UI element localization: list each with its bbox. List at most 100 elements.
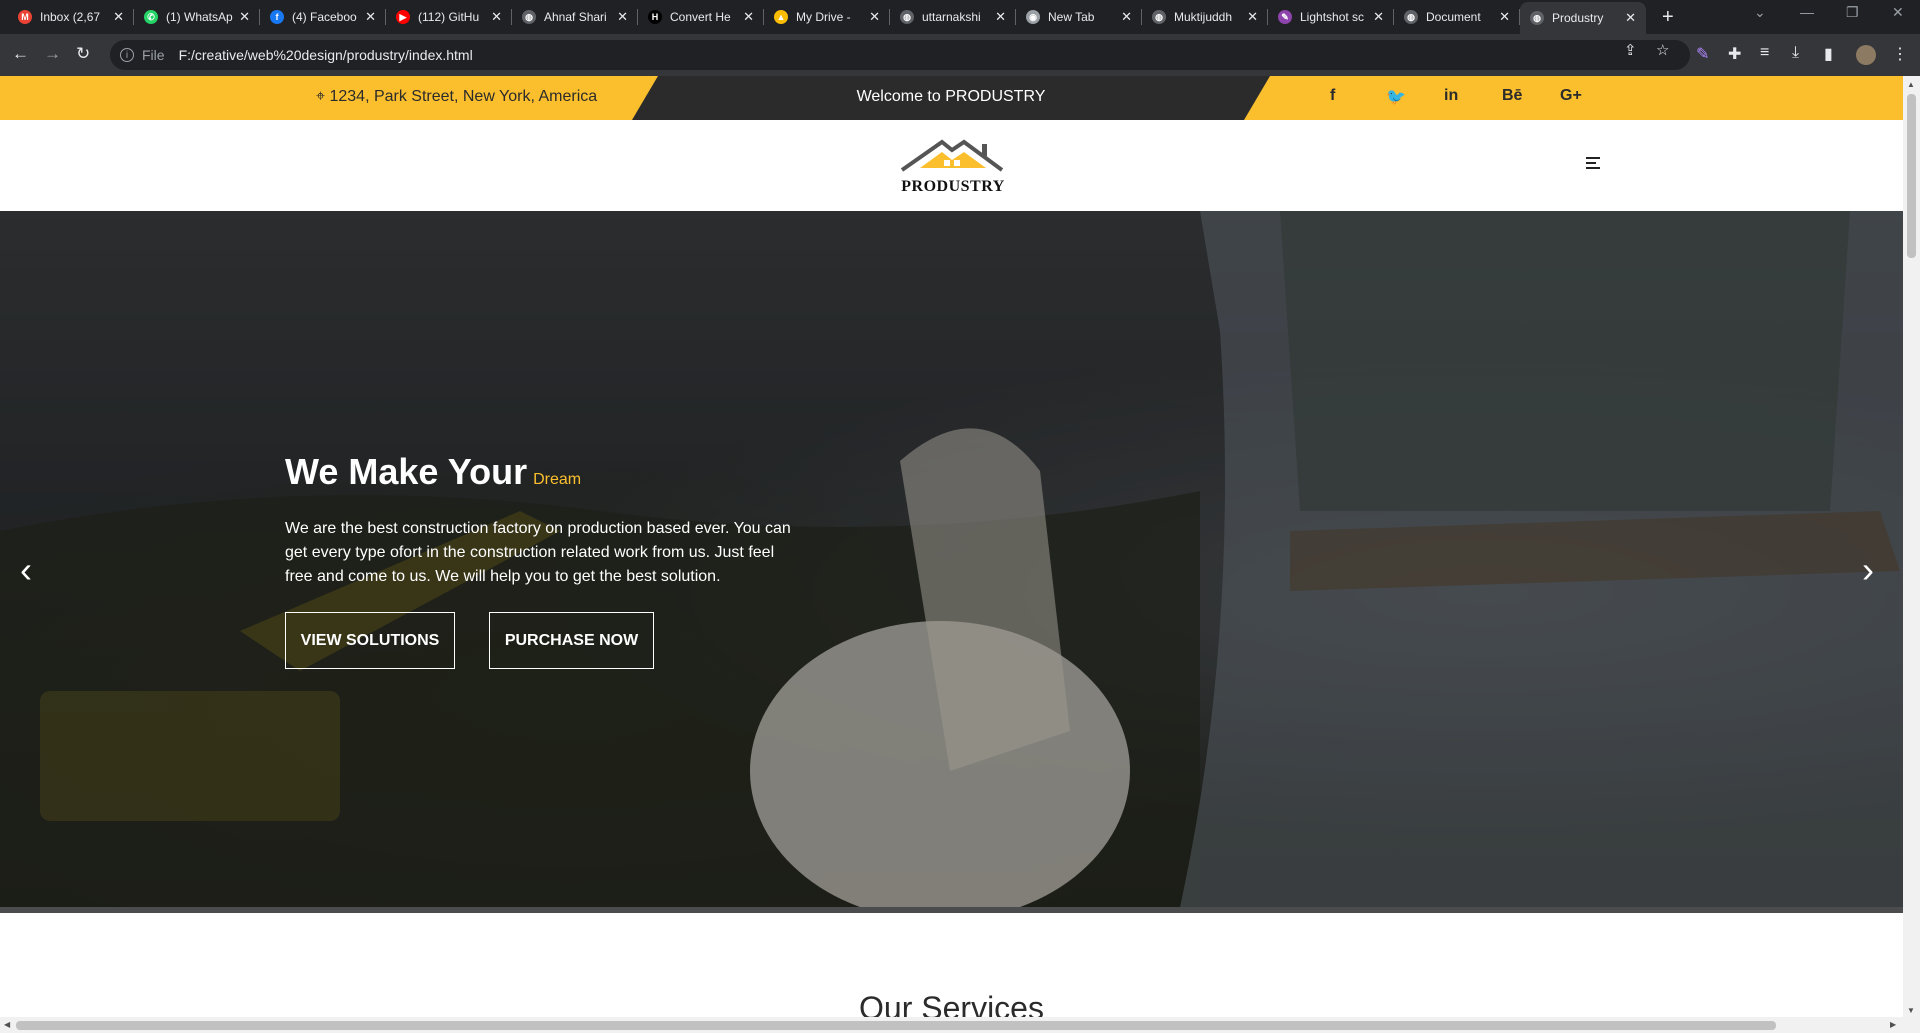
browser-tab[interactable]: ◉ New Tab ✕	[1016, 4, 1142, 30]
new-tab-button[interactable]: +	[1662, 6, 1674, 29]
browser-tab[interactable]: ✆ (1) WhatsAp ✕	[134, 4, 260, 30]
download-icon[interactable]: ⤓	[1792, 44, 1799, 62]
linkedin-icon[interactable]: in	[1444, 87, 1458, 105]
horizontal-scrollbar[interactable]: ◀ ▶	[0, 1017, 1920, 1033]
bookmark-star-icon[interactable]: ☆	[1656, 41, 1669, 59]
location-icon: ⌖	[316, 88, 326, 105]
browser-tab[interactable]: ◍ uttarnakshi ✕	[890, 4, 1016, 30]
forward-icon[interactable]: →	[44, 44, 61, 64]
hero-bottom-border	[0, 907, 1903, 913]
browser-tab-title: uttarnakshi	[922, 10, 981, 24]
globe-icon: ◍	[522, 10, 536, 24]
close-tab-icon[interactable]: ✕	[869, 9, 880, 25]
url-text[interactable]: F:/creative/web%20design/produstry/index…	[179, 47, 473, 63]
facebook-icon: f	[270, 10, 284, 24]
browser-tab-title: Lightshot sc	[1300, 10, 1365, 24]
browser-tab-title: Produstry	[1552, 11, 1604, 25]
produstry-page: ⌖ 1234, Park Street, New York, America W…	[0, 76, 1903, 1017]
browser-tab[interactable]: M Inbox (2,67 ✕	[8, 4, 134, 30]
address-bar[interactable]: i File F:/creative/web%20design/produstr…	[110, 40, 1690, 70]
browser-tab[interactable]: H Convert He ✕	[638, 4, 764, 30]
browser-tab-title: My Drive -	[796, 10, 851, 24]
hero-heading-text: We Make Your	[285, 451, 528, 492]
close-tab-icon[interactable]: ✕	[239, 9, 250, 25]
google-plus-icon[interactable]: G+	[1560, 87, 1582, 105]
menu-kebab-icon[interactable]: ⋮	[1892, 44, 1908, 64]
top-info-bar: ⌖ 1234, Park Street, New York, America W…	[0, 76, 1903, 120]
hero-slider: ‹ › We Make Your Dream We are the best co…	[0, 211, 1903, 907]
close-tab-icon[interactable]: ✕	[995, 9, 1006, 25]
side-panel-icon[interactable]: ▮	[1824, 44, 1833, 64]
gmail-icon: M	[18, 10, 32, 24]
purchase-now-button[interactable]: PURCHASE NOW	[489, 612, 654, 669]
browser-toolbar: ← → ↻ i File F:/creative/web%20design/pr…	[0, 34, 1920, 76]
scroll-up-icon[interactable]: ▲	[1907, 80, 1915, 89]
hamburger-menu-icon[interactable]	[1586, 157, 1600, 171]
h-logo-icon: H	[648, 10, 662, 24]
browser-tab[interactable]: ✎ Lightshot sc ✕	[1268, 4, 1394, 30]
hero-paragraph: We are the best construction factory on …	[285, 520, 791, 585]
twitter-icon[interactable]: 🐦	[1386, 87, 1406, 107]
close-tab-icon[interactable]: ✕	[1373, 9, 1384, 25]
scroll-right-icon[interactable]: ▶	[1890, 1020, 1896, 1029]
browser-tab-title: Convert He	[670, 10, 731, 24]
close-tab-icon[interactable]: ✕	[491, 9, 502, 25]
close-tab-icon[interactable]: ✕	[743, 9, 754, 25]
browser-tab[interactable]: ◍ Ahnaf Shari ✕	[512, 4, 638, 30]
browser-tab-title: New Tab	[1048, 10, 1095, 24]
vertical-scroll-thumb[interactable]	[1907, 94, 1916, 258]
extensions-icon[interactable]: ✚	[1728, 44, 1741, 64]
url-scheme: File	[142, 47, 165, 63]
hero-heading-highlight: Dream	[533, 471, 582, 488]
browser-tab-title: (112) GitHu	[418, 10, 480, 24]
close-tab-icon[interactable]: ✕	[1499, 9, 1510, 25]
close-tab-icon[interactable]: ✕	[1121, 9, 1132, 25]
close-tab-icon[interactable]: ✕	[365, 9, 376, 25]
browser-tab-strip: M Inbox (2,67 ✕ ✆ (1) WhatsAp ✕ f (4) Faceboo ✕ ▶…	[0, 0, 1920, 34]
globe-icon: ◍	[1152, 10, 1166, 24]
scroll-left-icon[interactable]: ◀	[4, 1020, 10, 1029]
media-control-icon[interactable]: ≡	[1760, 44, 1769, 62]
address-text: 1234, Park Street, New York, America	[329, 88, 598, 105]
close-tab-icon[interactable]: ✕	[1625, 10, 1636, 26]
horizontal-scroll-thumb[interactable]	[16, 1021, 1776, 1030]
reload-icon[interactable]: ↻	[76, 44, 90, 64]
whatsapp-icon: ✆	[144, 10, 158, 24]
globe-icon: ◍	[1404, 10, 1418, 24]
browser-tab[interactable]: ▶ (112) GitHu ✕	[386, 4, 512, 30]
scroll-down-icon[interactable]: ▼	[1907, 1006, 1915, 1015]
facebook-icon[interactable]: f	[1330, 87, 1335, 105]
slider-next-arrow-icon[interactable]: ›	[1862, 549, 1874, 591]
browser-tab[interactable]: ◍ Muktijuddh ✕	[1142, 4, 1268, 30]
share-icon[interactable]: ⇪	[1624, 41, 1637, 59]
close-window-button[interactable]: ✕	[1892, 4, 1904, 21]
site-info-icon[interactable]: i	[120, 48, 134, 62]
chrome-icon: ◉	[1026, 10, 1040, 24]
main-navbar: PRODUSTRY	[0, 120, 1903, 211]
tab-search-icon[interactable]: ⌄	[1754, 4, 1766, 21]
close-tab-icon[interactable]: ✕	[113, 9, 124, 25]
minimize-button[interactable]: —	[1800, 4, 1814, 20]
services-title: Our Services	[859, 990, 1044, 1017]
close-tab-icon[interactable]: ✕	[617, 9, 628, 25]
slider-prev-arrow-icon[interactable]: ‹	[20, 549, 32, 591]
browser-tab[interactable]: ◍ Produstry ✕	[1520, 2, 1646, 34]
lightshot-extension-icon[interactable]: ✎	[1696, 44, 1709, 64]
profile-avatar[interactable]	[1856, 45, 1876, 65]
restore-button[interactable]: ❐	[1846, 4, 1859, 21]
browser-tab-title: Inbox (2,67	[40, 10, 101, 24]
browser-tab[interactable]: ▲ My Drive - ✕	[764, 4, 890, 30]
view-solutions-button[interactable]: VIEW SOLUTIONS	[285, 612, 455, 669]
browser-tab[interactable]: f (4) Faceboo ✕	[260, 4, 386, 30]
welcome-text: Welcome to PRODUSTRY	[856, 88, 1046, 105]
behance-icon[interactable]: Bē	[1502, 87, 1522, 105]
youtube-icon: ▶	[396, 10, 410, 24]
close-tab-icon[interactable]: ✕	[1247, 9, 1258, 25]
vertical-scrollbar[interactable]: ▲ ▼	[1903, 76, 1920, 1017]
logo-text: PRODUSTRY	[901, 178, 1005, 195]
lightshot-icon: ✎	[1278, 10, 1292, 24]
browser-tab[interactable]: ◍ Document ✕	[1394, 4, 1520, 30]
back-icon[interactable]: ←	[12, 44, 29, 64]
hero-heading: We Make Your Dream	[285, 451, 581, 493]
browser-tab-title: (1) WhatsAp	[166, 10, 233, 24]
